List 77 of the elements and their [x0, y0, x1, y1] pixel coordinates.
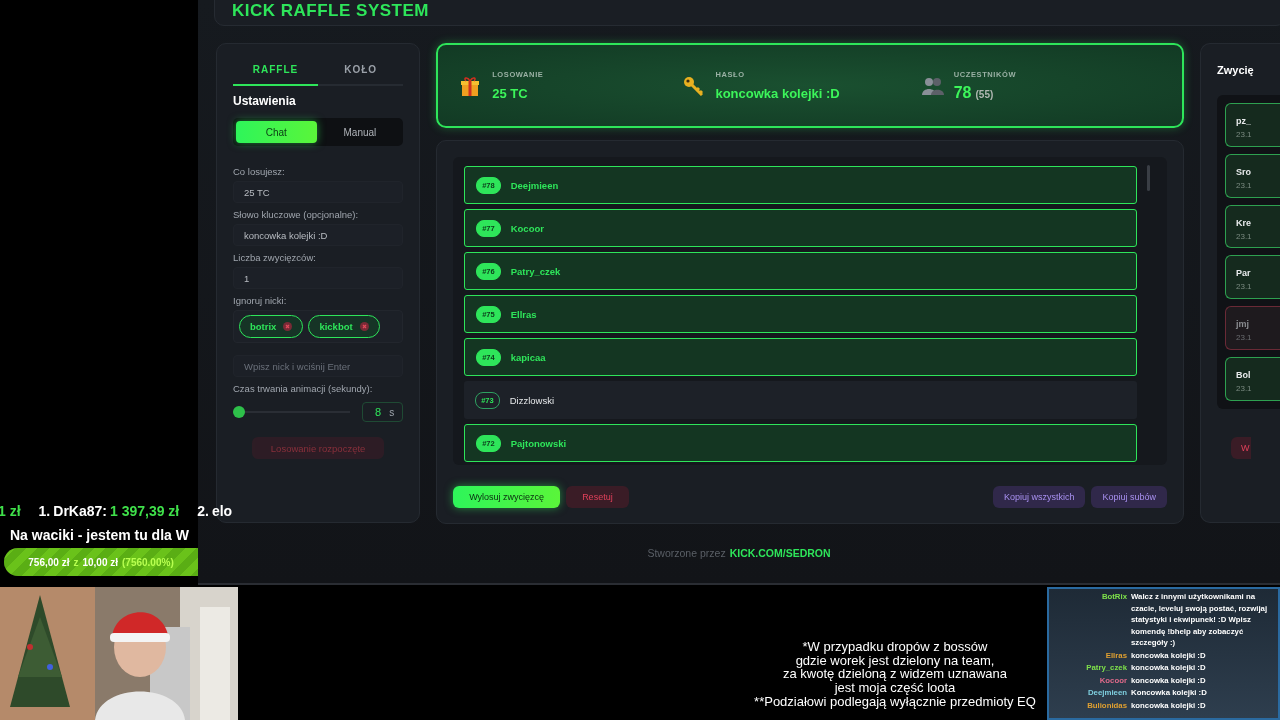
winner-card[interactable]: Par 23.1 [1225, 255, 1280, 300]
goal-current: 756,00 zł [28, 556, 70, 568]
winner-name: Sro [1236, 166, 1252, 177]
ticker-rank: 1. [38, 503, 51, 519]
scrollbar-thumb[interactable] [1147, 165, 1150, 191]
field-label: Ignoruj nicki: [233, 295, 288, 306]
winner-name: Bol [1236, 370, 1252, 381]
winner-card[interactable]: Kre 23.1 [1225, 204, 1280, 249]
field-label: Czas trwania animacji (sekundy): [233, 383, 374, 394]
winner-name: pz_ [1236, 116, 1252, 126]
remove-icon [283, 322, 293, 331]
winner-card[interactable]: jmj 23.1 [1225, 306, 1280, 351]
action-button[interactable]: Kopiuj wszystkich [992, 486, 1086, 508]
field-label: Liczba zwycięzców: [233, 252, 317, 263]
participant-name: Pajtonowski [510, 437, 567, 449]
winner-date: 23.1 [1236, 333, 1253, 343]
mode-button[interactable]: Chat [236, 121, 317, 143]
ticker-name: DrKa87: [53, 503, 107, 519]
winner-name: Par [1236, 268, 1252, 279]
tab[interactable]: RAFFLE [233, 58, 319, 86]
stat-value: 25 TC [492, 85, 528, 101]
goal-title: Na waciki - jestem tu dla W [10, 527, 190, 543]
participant-name: Patry_czek [510, 265, 561, 277]
participant-name: Kocoor [510, 222, 544, 234]
winner-name: jmj [1236, 319, 1250, 330]
tab[interactable]: KOŁO [318, 58, 404, 86]
key-icon [683, 75, 706, 96]
participant-name: Dizzlowski [509, 394, 555, 406]
winner-date: 23.1 [1236, 231, 1253, 241]
nick-text: botrix [250, 321, 277, 332]
stat-subcount: (55) [975, 88, 994, 100]
goal-target: 10,00 zł [82, 556, 118, 568]
caption-line: *W przypadku dropów z bossów [801, 640, 989, 654]
duration-field[interactable]: 8 s [362, 402, 404, 422]
caption-line: gdzie worek jest dzielony na team, [794, 653, 996, 668]
nick-text: kickbot [319, 321, 353, 332]
remove-icon [359, 322, 369, 331]
goal-percent: (7560.00%) [122, 556, 174, 568]
winner-date: 23.1 [1236, 384, 1253, 394]
action-button[interactable]: Resetuj [566, 486, 629, 508]
field-label: Słowo kluczowe (opcjonalne): [233, 209, 360, 220]
winner-name: Kre [1236, 217, 1252, 228]
action-button[interactable]: Kopiuj subów [1091, 486, 1167, 508]
winner-date: 23.1 [1236, 180, 1253, 190]
clear-button[interactable]: W [1231, 437, 1251, 459]
winner-card[interactable]: pz_ 23.1 [1225, 103, 1280, 147]
input-field[interactable]: koncowka kolejki :D [233, 224, 404, 246]
input-field[interactable]: 25 TC [233, 181, 404, 203]
field-label: Co losujesz: [233, 166, 286, 177]
mode-button[interactable]: Manual [319, 121, 401, 143]
action-button[interactable]: Wylosuj zwycięzcę [453, 486, 561, 508]
footer-link[interactable]: KICK.COM/SEDRON [729, 547, 831, 559]
people-icon [921, 75, 944, 96]
ignored-nick-tag[interactable]: kickbot [308, 315, 380, 338]
ticker-amount: 1 397,39 zł [109, 503, 180, 519]
ticker-rank: 2. [197, 503, 209, 519]
ignored-nick-tag[interactable]: botrix [239, 315, 304, 338]
participant-name: Deejmieen [510, 179, 559, 191]
panel-title: Zwycię [1217, 64, 1255, 76]
slider-thumb[interactable] [232, 406, 245, 418]
footer-text: Stworzone przez [647, 547, 726, 559]
caption-line: jest moja część loota [834, 681, 957, 695]
winner-card[interactable]: Sro 23.1 [1225, 153, 1280, 198]
winner-date: 23.1 [1236, 282, 1253, 292]
stat-value: 78 [953, 83, 972, 101]
input-field[interactable]: 1 [233, 267, 404, 289]
winner-date: 23.1 [1236, 130, 1253, 139]
participant-name: kapicaa [510, 351, 546, 363]
app-title: KICK RAFFLE SYSTEM [232, 1, 429, 21]
stat-value: koncowka kolejki :D [715, 85, 840, 101]
section-heading: Ustawienia [233, 94, 297, 108]
winner-card[interactable]: Bol 23.1 [1225, 357, 1280, 401]
caption-line: za kwotę dzieloną z widzem uznawana [782, 667, 1008, 682]
participant-name: Ellras [510, 308, 537, 320]
goal-separator: z [73, 556, 79, 568]
ticker-name: elo [211, 503, 233, 519]
caption-line: **Podziałowi podlegają wyłącznie przedmioty EQ [753, 694, 1037, 709]
